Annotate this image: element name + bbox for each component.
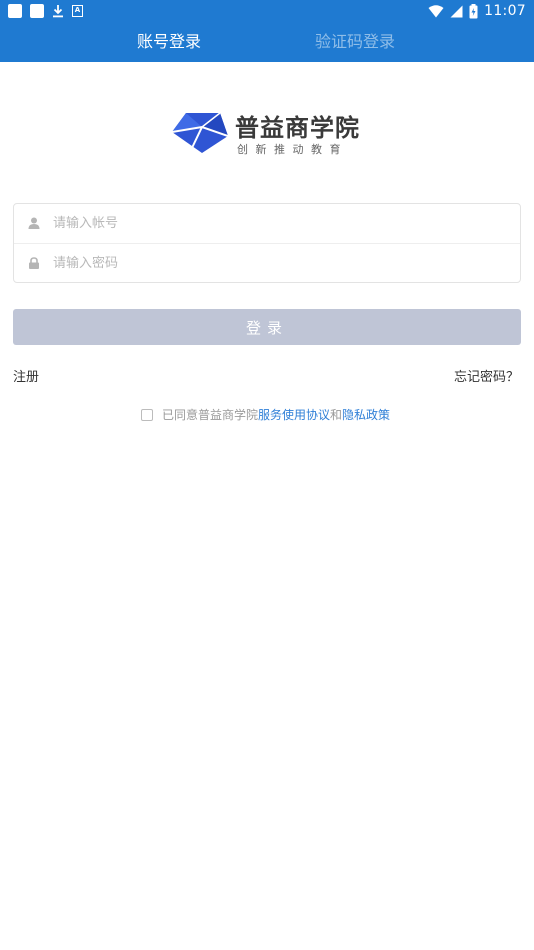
account-input[interactable] <box>53 204 503 243</box>
tab-account-login[interactable]: 账号登录 <box>137 24 201 62</box>
agreement-checkbox[interactable] <box>141 408 153 421</box>
register-link[interactable]: 注册 <box>13 366 39 385</box>
login-form <box>13 203 521 283</box>
agreement-row: 已同意普益商学院 服务使用协议 和 隐私政策 <box>141 406 390 423</box>
signal-icon <box>450 5 463 17</box>
password-input[interactable] <box>53 244 503 283</box>
app-logo: 普益商学院 创新推动教育 <box>172 108 372 160</box>
logo-gem-icon <box>172 112 228 153</box>
lock-icon <box>29 257 39 269</box>
notification-square-icon <box>8 4 22 18</box>
logo-slogan: 创新推动教育 <box>237 143 348 156</box>
account-row <box>14 204 520 243</box>
service-agreement-link[interactable]: 服务使用协议 <box>258 406 330 423</box>
privacy-policy-link[interactable]: 隐私政策 <box>342 406 390 423</box>
status-bar: A 11:07 <box>0 0 534 24</box>
tab-code-login[interactable]: 验证码登录 <box>315 24 395 62</box>
password-row <box>14 243 520 283</box>
login-tab-bar: 账号登录 验证码登录 <box>0 24 534 62</box>
clock: 11:07 <box>484 3 526 19</box>
download-icon <box>52 4 64 18</box>
a-box-icon: A <box>72 5 83 17</box>
user-icon <box>28 217 40 229</box>
agreement-prefix: 已同意普益商学院 <box>162 408 259 422</box>
notification-square-icon <box>30 4 44 18</box>
wifi-icon <box>428 4 444 17</box>
status-bar-notifications: A <box>8 4 83 18</box>
logo-name: 普益商学院 <box>235 114 360 142</box>
battery-icon <box>469 3 478 18</box>
forgot-password-link[interactable]: 忘记密码？ <box>454 366 519 385</box>
login-button[interactable]: 登录 <box>13 309 521 345</box>
status-bar-system: 11:07 <box>428 3 526 19</box>
agreement-and: 和 <box>330 408 343 422</box>
